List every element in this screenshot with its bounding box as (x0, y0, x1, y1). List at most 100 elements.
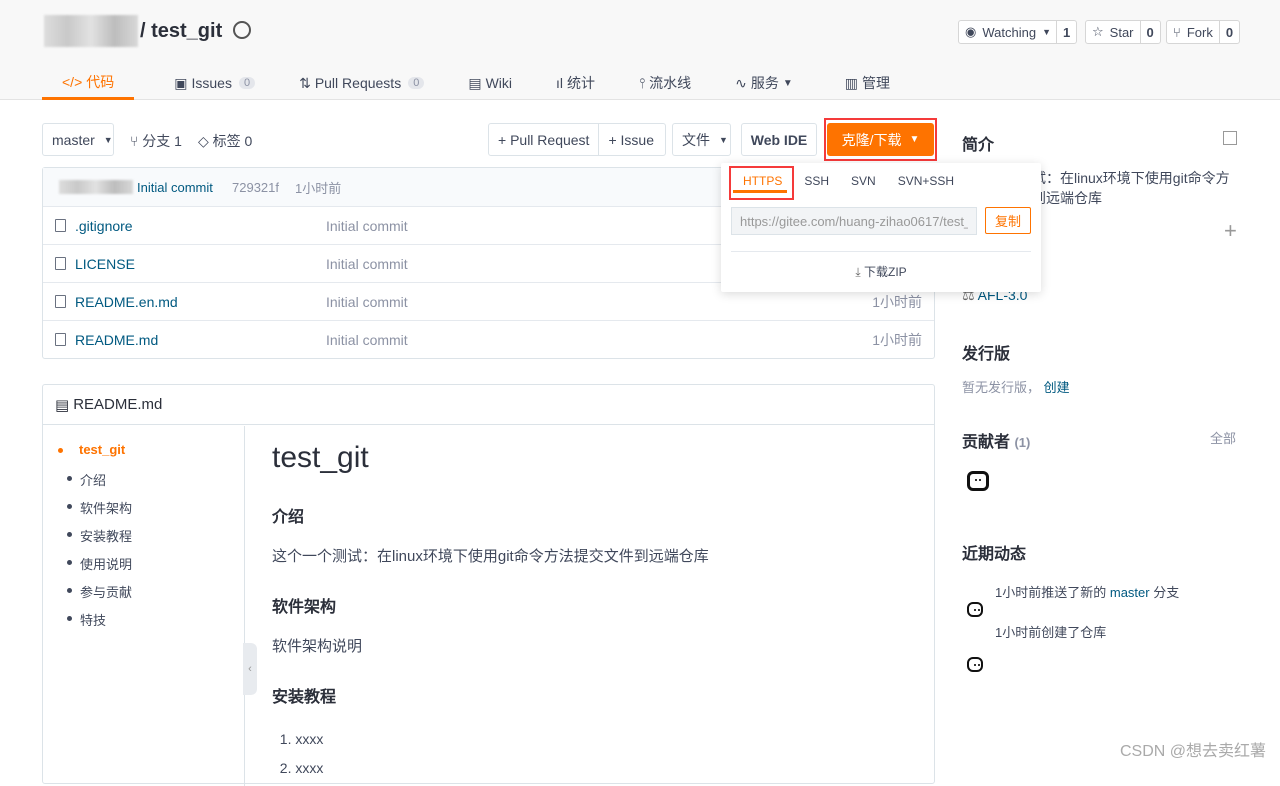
file-name[interactable]: .gitignore (75, 218, 133, 234)
toc-item[interactable]: test_git (43, 442, 244, 470)
file-menu-button[interactable]: 文件 ▼ (672, 123, 731, 156)
release-title: 发行版 (962, 346, 1011, 363)
owner-name-blurred[interactable] (44, 15, 138, 47)
settings-icon: ▥ (844, 74, 858, 91)
eye-icon: ◉ (965, 24, 977, 39)
collapse-toc-button[interactable]: ‹ (243, 643, 257, 695)
file-row[interactable]: README.md Initial commit 1小时前 (43, 320, 934, 358)
readme-list: 1. xxxx 2. xxxx (272, 731, 324, 776)
repo-title[interactable]: / test_git (140, 20, 222, 43)
toc-item[interactable]: 使用说明 (43, 554, 244, 582)
file-icon (55, 333, 66, 346)
toc-item[interactable]: 参与贡献 (43, 582, 244, 610)
tab-svn-ssh[interactable]: SVN+SSH (898, 174, 954, 188)
new-pr-issue-group: + Pull Request + Issue (488, 123, 666, 156)
toc-item[interactable]: 特技 (43, 610, 244, 638)
file-name[interactable]: README.en.md (75, 294, 178, 310)
watch-button[interactable]: ◉ Watching ▼ 1 (958, 20, 1078, 44)
branch-link[interactable]: master (1110, 585, 1150, 600)
commit-time: 1小时前 (295, 180, 342, 196)
caret-icon: ▼ (719, 134, 728, 145)
list-item: xxxx (295, 731, 324, 747)
pull-request-icon: ⇅ (299, 74, 311, 91)
tab-pull-requests[interactable]: ⇅ Pull Requests 0 (277, 66, 446, 100)
toc-item[interactable]: 安装教程 (43, 526, 244, 554)
activity-title: 近期动态 (962, 546, 1027, 563)
badge-icon[interactable] (233, 21, 251, 39)
copy-button[interactable]: 复制 (985, 207, 1031, 234)
tab-stats[interactable]: ıl 统计 (534, 66, 617, 100)
watermark: CSDN @想去卖红薯 (1119, 743, 1266, 760)
readme-paragraph: 软件架构说明 (272, 638, 363, 655)
file-icon: ▤ (55, 396, 70, 414)
pulse-icon: ∿ (735, 74, 747, 91)
tags-link[interactable]: ◇ 标签 0 (198, 131, 252, 151)
book-icon: ▤ (468, 74, 482, 91)
new-issue-button[interactable]: + Issue (599, 124, 663, 155)
file-icon (55, 219, 66, 232)
tab-code[interactable]: </> 代码 (42, 66, 135, 100)
code-icon: </> (62, 73, 83, 90)
file-commit-message[interactable]: Initial commit (326, 332, 408, 348)
readme-content: test_git 介绍 这个一个测试：在linux环境下使用git命令方法提交文… (272, 441, 912, 783)
readme-panel: ▤ README.md test_git 介绍 软件架构 安装教程 使用说明 参与贡献 特技 … (42, 384, 935, 786)
issue-icon: ▣ (174, 74, 188, 91)
tag-icon: ◇ (198, 133, 213, 149)
web-ide-button[interactable]: Web IDE (741, 123, 817, 156)
add-icon[interactable]: + (1224, 218, 1237, 244)
highlight-box (729, 166, 794, 200)
repo-tabs: </> 代码 ▣ Issues 0 ⇅ Pull Requests 0 ▤ Wiki ıl 统… (42, 66, 912, 100)
pipeline-icon: ⫯ (639, 74, 646, 91)
branches-link[interactable]: ⑂ 分支 1 (130, 131, 182, 151)
edit-icon[interactable] (1223, 131, 1237, 145)
toc-item[interactable]: 介绍 (43, 470, 244, 498)
chart-icon: ıl (556, 75, 563, 91)
tab-manage[interactable]: ▥ 管理 (815, 66, 912, 100)
download-icon: ⤓ (855, 265, 864, 279)
star-icon: ☆ (1092, 24, 1104, 39)
commit-hash[interactable]: 729321f (232, 180, 279, 195)
branch-icon: ⑂ (130, 133, 143, 149)
activity-item: 1小时前创建了仓库 (995, 625, 1107, 640)
file-name[interactable]: README.md (75, 332, 158, 348)
star-button[interactable]: ☆ Star 0 (1085, 20, 1161, 44)
file-icon (55, 257, 66, 270)
tab-issues[interactable]: ▣ Issues 0 (134, 66, 277, 100)
file-name[interactable]: LICENSE (75, 256, 135, 272)
intro-title: 简介 (962, 137, 995, 154)
toc-item[interactable]: 软件架构 (43, 498, 244, 526)
clone-url-input[interactable] (731, 207, 977, 235)
new-pull-request-button[interactable]: + Pull Request (489, 124, 600, 155)
tab-svn[interactable]: SVN (851, 174, 876, 188)
contributor-avatar[interactable] (967, 471, 989, 491)
author-avatar[interactable] (59, 180, 133, 194)
file-time: 1小时前 (872, 293, 922, 310)
commit-message[interactable]: Initial commit (137, 180, 213, 195)
download-zip-button[interactable]: ⤓ 下载ZIP (721, 263, 1041, 280)
caret-icon: ▼ (782, 77, 793, 89)
tab-wiki[interactable]: ▤ Wiki (446, 66, 534, 100)
file-icon (55, 295, 66, 308)
fork-icon: ⑂ (1173, 24, 1181, 40)
activity-avatar (967, 657, 983, 672)
readme-h2: 软件架构 (272, 599, 337, 616)
fork-button[interactable]: ⑂ Fork 0 (1166, 20, 1241, 44)
file-commit-message[interactable]: Initial commit (326, 218, 408, 234)
readme-h2: 安装教程 (272, 689, 337, 706)
readme-paragraph: 这个一个测试：在linux环境下使用git命令方法提交文件到远端仓库 (272, 548, 709, 565)
file-commit-message[interactable]: Initial commit (326, 294, 408, 310)
file-commit-message[interactable]: Initial commit (326, 256, 408, 272)
caret-icon: ▼ (1042, 27, 1051, 37)
create-release-link[interactable]: 创建 (1044, 380, 1070, 395)
tab-services[interactable]: ∿ 服务 ▼ (713, 66, 815, 100)
tab-ssh[interactable]: SSH (804, 174, 829, 188)
file-time: 1小时前 (872, 331, 922, 348)
readme-h1: test_git (272, 441, 369, 474)
caret-icon: ▼ (103, 134, 113, 145)
all-contributors-link[interactable]: 全部 (1210, 428, 1236, 447)
highlight-box (824, 118, 937, 161)
branch-select[interactable]: master ▼ (42, 123, 114, 156)
list-item: xxxx (295, 760, 324, 776)
readme-header: ▤ README.md (43, 385, 934, 425)
tab-pipeline[interactable]: ⫯ 流水线 (617, 66, 713, 100)
